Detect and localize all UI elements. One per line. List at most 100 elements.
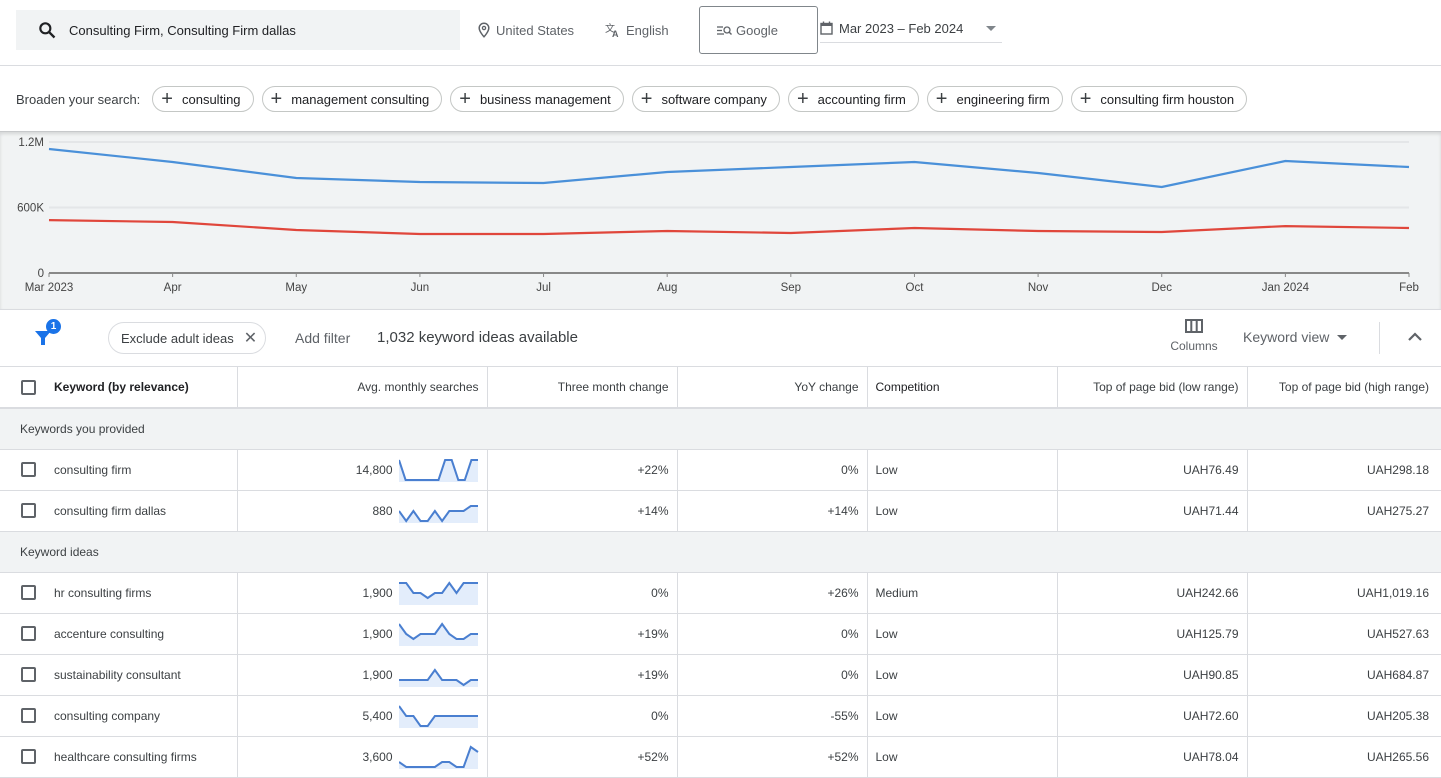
translate-icon: 文A (605, 22, 621, 38)
bid-high-cell: UAH298.18 (1247, 449, 1441, 490)
search-network-selector[interactable]: Google (699, 6, 818, 54)
bid-low-cell: UAH125.79 (1057, 613, 1247, 654)
exclude-chip-label: Exclude adult ideas (121, 331, 234, 346)
table-row[interactable]: sustainability consultant1,900+19%0%LowU… (0, 654, 1441, 695)
yoy-change-cell: 0% (677, 449, 867, 490)
row-checkbox[interactable] (21, 503, 36, 518)
table-header-row: Keyword (by relevance) Avg. monthly sear… (0, 367, 1441, 408)
column-header-keyword[interactable]: Keyword (by relevance) (0, 367, 237, 408)
column-header-three-month-change[interactable]: Three month change (487, 367, 677, 408)
keyword-table: Keyword (by relevance) Avg. monthly sear… (0, 367, 1441, 778)
search-trend-chart: 0600K1.2MMar 2023AprMayJunJulAugSepOctNo… (0, 131, 1441, 310)
group-label: Keyword ideas (0, 531, 1441, 572)
location-label: United States (496, 23, 574, 38)
bid-low-cell: UAH72.60 (1057, 695, 1247, 736)
row-checkbox[interactable] (21, 708, 36, 723)
bid-high-cell: UAH265.56 (1247, 736, 1441, 777)
row-checkbox[interactable] (21, 626, 36, 641)
column-header-yoy-change[interactable]: YoY change (677, 367, 867, 408)
row-checkbox[interactable] (21, 462, 36, 477)
location-selector[interactable]: United States (477, 18, 574, 42)
searches-cell: 3,600 (237, 736, 487, 777)
broaden-chip-label: management consulting (291, 92, 429, 107)
keyword-view-dropdown[interactable]: Keyword view (1243, 329, 1347, 345)
row-checkbox[interactable] (21, 585, 36, 600)
broaden-chip[interactable]: +software company (632, 86, 780, 112)
competition-cell: Low (867, 613, 1057, 654)
three-month-change-cell: 0% (487, 695, 677, 736)
column-header-bid-high[interactable]: Top of page bid (high range) (1247, 367, 1441, 408)
keyword-text: consulting firm dallas (54, 504, 166, 518)
broaden-chip[interactable]: +management consulting (262, 86, 443, 112)
broaden-search-bar: Broaden your search: +consulting+managem… (16, 86, 1255, 112)
row-checkbox[interactable] (21, 667, 36, 682)
row-checkbox[interactable] (21, 749, 36, 764)
searches-value: 1,900 (362, 668, 392, 682)
searches-cell: 5,400 (237, 695, 487, 736)
column-header-competition[interactable]: Competition (867, 367, 1057, 408)
table-row[interactable]: accenture consulting1,900+19%0%LowUAH125… (0, 613, 1441, 654)
table-group-row: Keywords you provided (0, 408, 1441, 449)
add-filter-button[interactable]: Add filter (295, 330, 350, 346)
table-row[interactable]: hr consulting firms1,9000%+26%MediumUAH2… (0, 572, 1441, 613)
dropdown-arrow-icon (1337, 335, 1347, 340)
broaden-chip[interactable]: +accounting firm (788, 86, 919, 112)
x-tick-label: Jul (536, 282, 551, 294)
searches-cell: 1,900 (237, 613, 487, 654)
trend-chart-svg: 0600K1.2MMar 2023AprMayJunJulAugSepOctNo… (0, 132, 1441, 311)
bid-high-cell: UAH527.63 (1247, 613, 1441, 654)
columns-button[interactable]: Columns (1166, 319, 1222, 353)
three-month-change-cell: +19% (487, 613, 677, 654)
trend-sparkline (399, 663, 479, 687)
searches-value: 14,800 (356, 463, 393, 477)
keyword-search-input[interactable]: Consulting Firm, Consulting Firm dallas (16, 10, 460, 50)
competition-cell: Low (867, 449, 1057, 490)
plus-icon: + (1080, 89, 1092, 109)
x-tick-label: Dec (1152, 282, 1173, 294)
plus-icon: + (161, 89, 173, 109)
broaden-chip[interactable]: +engineering firm (927, 86, 1063, 112)
bid-high-cell: UAH275.27 (1247, 490, 1441, 531)
series-line-mobile (49, 220, 1409, 234)
searches-cell: 880 (237, 490, 487, 531)
trend-sparkline (399, 499, 479, 523)
table-row[interactable]: consulting company5,4000%-55%LowUAH72.60… (0, 695, 1441, 736)
bid-low-cell: UAH78.04 (1057, 736, 1247, 777)
x-tick-label: Aug (657, 282, 677, 294)
x-tick-label: Jun (411, 282, 430, 294)
exclude-adult-ideas-chip[interactable]: Exclude adult ideas ✕ (108, 322, 266, 354)
select-all-checkbox[interactable] (21, 380, 36, 395)
search-value[interactable]: Consulting Firm, Consulting Firm dallas (69, 23, 296, 38)
bid-low-cell: UAH76.49 (1057, 449, 1247, 490)
searches-value: 1,900 (362, 586, 392, 600)
keyword-text: consulting firm (54, 463, 131, 477)
broaden-chip[interactable]: +business management (450, 86, 624, 112)
competition-cell: Low (867, 736, 1057, 777)
trend-sparkline (399, 458, 479, 482)
filter-count-badge: 1 (46, 319, 61, 334)
trend-sparkline (399, 581, 479, 605)
keyword-cell: sustainability consultant (0, 654, 237, 695)
table-row[interactable]: consulting firm dallas880+14%+14%LowUAH7… (0, 490, 1441, 531)
broaden-chip[interactable]: +consulting (152, 86, 253, 112)
date-range-selector[interactable]: Mar 2023 – Feb 2024 (820, 14, 1002, 43)
bid-high-cell: UAH1,019.16 (1247, 572, 1441, 613)
svg-text:A: A (612, 29, 619, 38)
table-row[interactable]: consulting firm 14,800 +22%0%LowUAH76.49UA… (0, 449, 1441, 490)
dropdown-arrow-icon (986, 26, 996, 31)
table-group-row: Keyword ideas (0, 531, 1441, 572)
column-header-searches[interactable]: Avg. monthly searches (237, 367, 487, 408)
table-row[interactable]: healthcare consulting firms3,600+52%+52%… (0, 736, 1441, 777)
close-icon[interactable]: ✕ (244, 328, 257, 348)
yoy-change-cell: +52% (677, 736, 867, 777)
three-month-change-cell: +22% (487, 449, 677, 490)
series-line-total (49, 149, 1409, 187)
language-selector[interactable]: 文A English (605, 18, 669, 42)
broaden-chip[interactable]: +consulting firm houston (1071, 86, 1247, 112)
x-tick-label: Oct (906, 282, 925, 294)
plus-icon: + (797, 89, 809, 109)
bid-low-cell: UAH242.66 (1057, 572, 1247, 613)
column-header-bid-low[interactable]: Top of page bid (low range) (1057, 367, 1247, 408)
keyword-text: healthcare consulting firms (54, 750, 197, 764)
chevron-up-icon[interactable] (1407, 330, 1423, 342)
